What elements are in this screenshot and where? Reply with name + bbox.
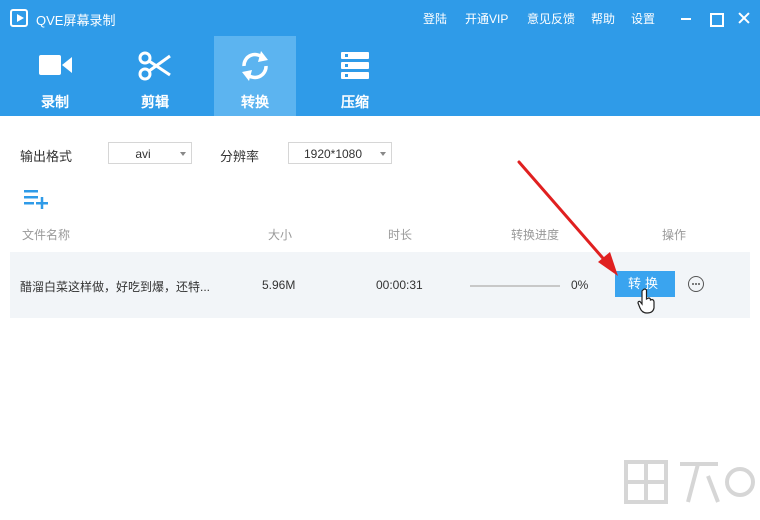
tab-label: 剪辑 — [141, 94, 169, 110]
resolution-select[interactable]: 1920*1080 — [288, 142, 392, 164]
file-name: 醋溜白菜这样做，好吃到爆，还特... — [20, 280, 211, 294]
column-header-actions: 操作 — [662, 228, 687, 242]
column-header-name: 文件名称 — [22, 228, 71, 242]
output-format-label: 输出格式 — [20, 149, 73, 164]
tab-record[interactable]: 录制 — [14, 36, 96, 116]
column-header-size: 大小 — [268, 228, 293, 242]
minimize-button[interactable] — [676, 8, 696, 28]
feedback-link[interactable]: 意见反馈 — [527, 10, 575, 27]
compress-icon — [341, 52, 369, 79]
app-header: QVE屏幕录制 登陆 开通VIP 意见反馈 帮助 设置 录制 剪辑 转换 压缩 — [0, 0, 760, 116]
settings-link[interactable]: 设置 — [631, 10, 655, 27]
login-link[interactable]: 登陆 — [423, 10, 447, 27]
watermark-logo-icon — [624, 460, 755, 504]
output-format-value: avi — [135, 147, 151, 161]
tab-compress[interactable]: 压缩 — [314, 36, 396, 116]
refresh-icon — [242, 51, 268, 81]
close-button[interactable] — [734, 8, 754, 28]
output-format-select[interactable]: avi — [108, 142, 192, 164]
resolution-value: 1920*1080 — [303, 147, 363, 161]
maximize-button[interactable] — [705, 8, 725, 28]
tab-label: 压缩 — [341, 94, 369, 110]
title-bar: QVE屏幕录制 登陆 开通VIP 意见反馈 帮助 设置 — [0, 0, 760, 36]
tab-convert[interactable]: 转换 — [214, 36, 296, 116]
tab-edit[interactable]: 剪辑 — [114, 36, 196, 116]
chevron-down-icon — [180, 152, 186, 156]
progress-bar — [470, 285, 560, 287]
add-file-icon[interactable] — [22, 187, 50, 209]
tab-label: 录制 — [41, 94, 69, 110]
top-links: 登陆 开通VIP 意见反馈 帮助 设置 — [0, 10, 760, 28]
more-options-icon[interactable] — [688, 276, 704, 292]
hand-cursor-icon — [637, 288, 655, 314]
scissors-icon — [138, 51, 171, 81]
resolution-label: 分辨率 — [220, 149, 260, 164]
help-link[interactable]: 帮助 — [591, 10, 615, 27]
progress-percent: 0% — [571, 278, 589, 292]
file-size: 5.96M — [262, 278, 296, 292]
tab-label: 转换 — [241, 94, 269, 110]
column-header-progress: 转换进度 — [511, 228, 560, 242]
column-header-duration: 时长 — [388, 228, 413, 242]
vip-link[interactable]: 开通VIP — [465, 10, 508, 27]
file-duration: 00:00:31 — [376, 278, 423, 292]
video-camera-icon — [39, 55, 72, 75]
chevron-down-icon — [380, 152, 386, 156]
